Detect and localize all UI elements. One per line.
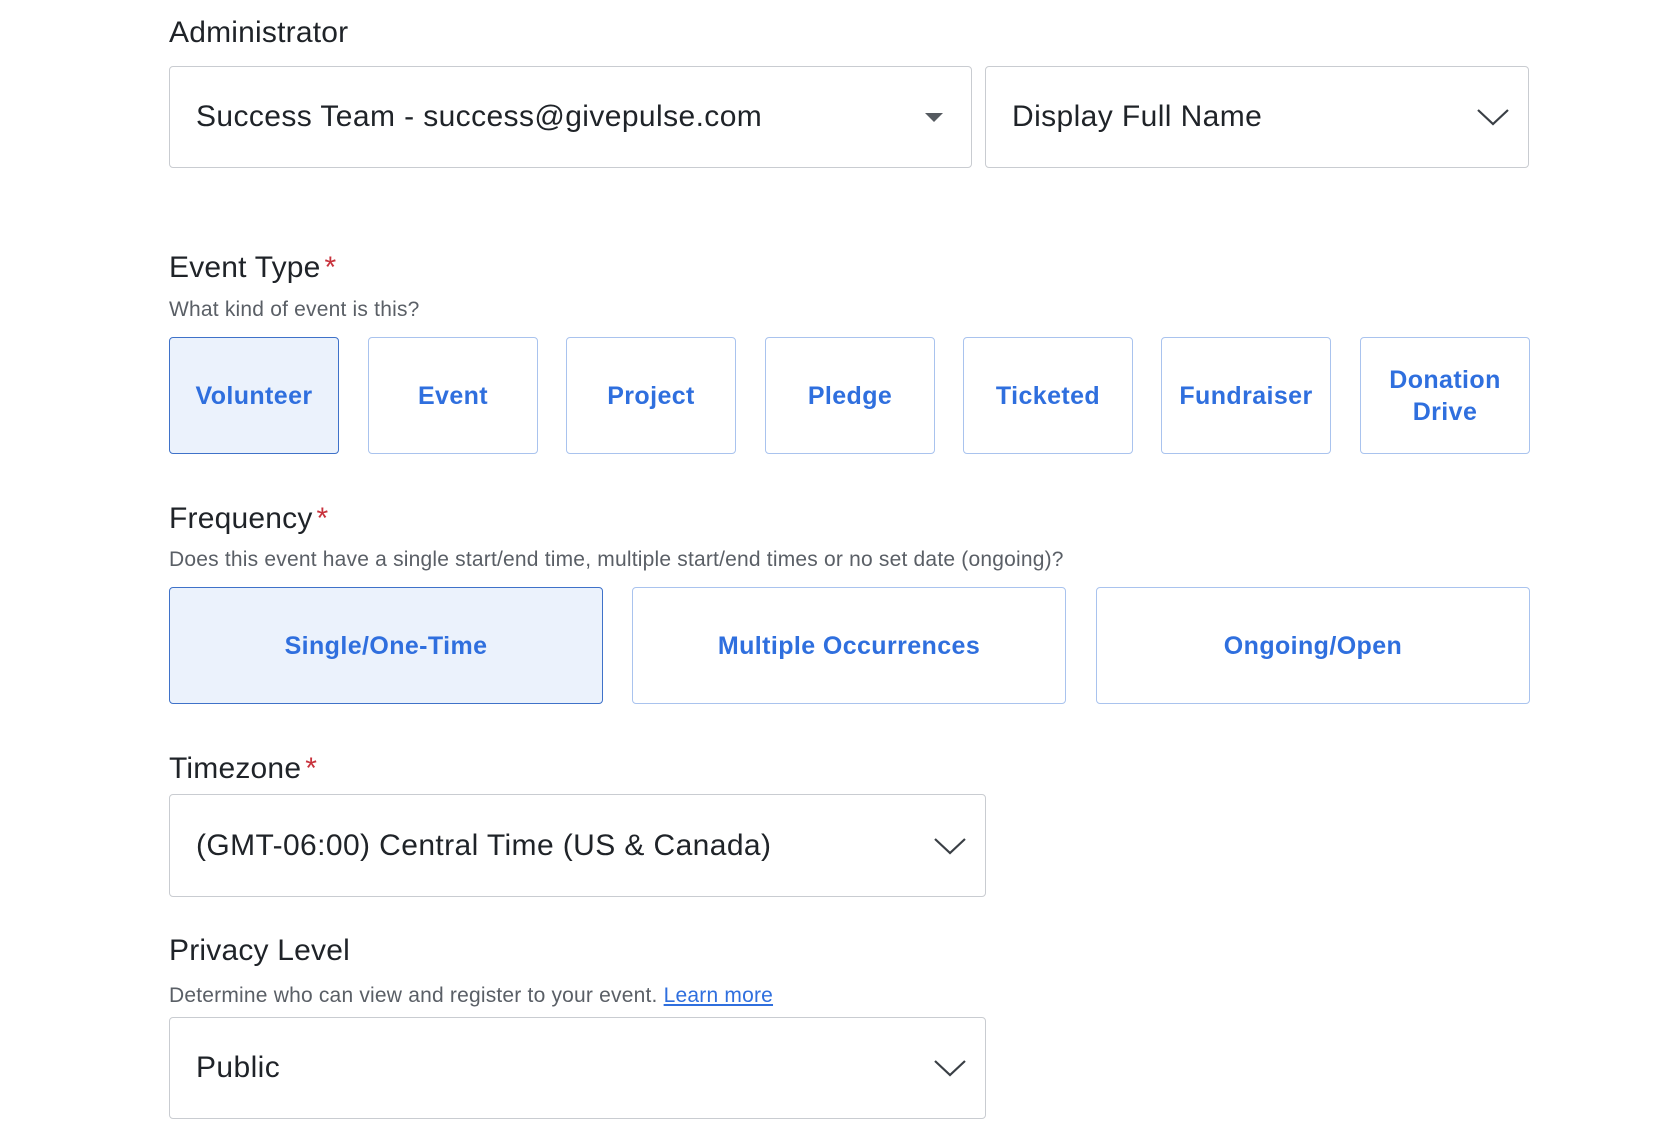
privacy-help: Determine who can view and register to y… <box>169 984 773 1008</box>
display-name-select[interactable]: Display Full Name <box>985 66 1529 168</box>
chevron-down-icon <box>934 837 966 855</box>
frequency-label: Frequency * <box>169 502 328 536</box>
administrator-label: Administrator <box>169 16 349 49</box>
timezone-select[interactable]: (GMT-06:00) Central Time (US & Canada) <box>169 794 986 897</box>
event-type-option[interactable]: Event <box>368 337 538 454</box>
timezone-label: Timezone * <box>169 752 317 786</box>
administrator-select-value: Success Team - success@givepulse.com <box>196 100 763 133</box>
timezone-select-value: (GMT-06:00) Central Time (US & Canada) <box>196 828 772 862</box>
learn-more-link[interactable]: Learn more <box>664 984 773 1007</box>
caret-down-icon <box>925 113 943 122</box>
event-type-option[interactable]: Volunteer <box>169 337 339 454</box>
frequency-help: Does this event have a single start/end … <box>169 548 1064 571</box>
required-mark: * <box>305 752 318 785</box>
timezone-label-text: Timezone <box>169 752 302 785</box>
privacy-help-text: Determine who can view and register to y… <box>169 984 658 1007</box>
frequency-option[interactable]: Ongoing/Open <box>1096 587 1530 704</box>
frequency-option[interactable]: Multiple Occurrences <box>632 587 1066 704</box>
privacy-level-label: Privacy Level <box>169 934 351 967</box>
frequency-option[interactable]: Single/One-Time <box>169 587 603 704</box>
required-mark: * <box>316 502 329 535</box>
chevron-down-icon <box>1477 109 1509 126</box>
event-type-option[interactable]: Pledge <box>765 337 935 454</box>
event-type-help: What kind of event is this? <box>169 298 420 321</box>
event-type-label-text: Event Type <box>169 251 321 284</box>
event-type-option[interactable]: Project <box>566 337 736 454</box>
privacy-select[interactable]: Public <box>169 1017 986 1119</box>
administrator-select[interactable]: Success Team - success@givepulse.com <box>169 66 972 168</box>
frequency-label-text: Frequency <box>169 502 313 535</box>
required-mark: * <box>324 251 337 284</box>
event-type-option[interactable]: Ticketed <box>963 337 1133 454</box>
privacy-select-value: Public <box>196 1051 281 1084</box>
display-name-select-value: Display Full Name <box>1012 100 1263 133</box>
event-type-label: Event Type * <box>169 251 336 285</box>
event-type-option[interactable]: Donation Drive <box>1360 337 1530 454</box>
event-type-option[interactable]: Fundraiser <box>1161 337 1331 454</box>
chevron-down-icon <box>934 1060 966 1077</box>
